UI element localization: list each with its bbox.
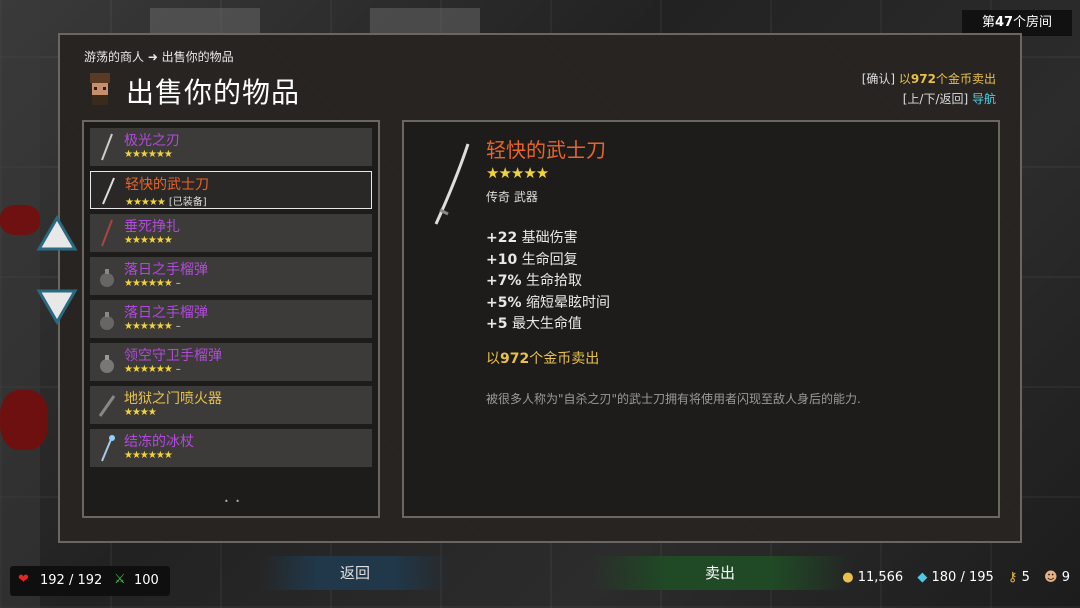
blood-splatter <box>0 205 40 235</box>
staff-icon <box>101 435 115 462</box>
stat-line: +10 生命回复 <box>486 251 578 268</box>
grenade-icon <box>100 355 114 373</box>
gem-icon: ◆ <box>917 570 928 585</box>
merchant-icon <box>90 73 110 105</box>
sword-icon <box>101 133 113 161</box>
stat-list: +22 基础伤害 +10 生命回复 +7% 生命拾取 +5% 缩短晕眩时间 +5… <box>486 228 610 336</box>
health-value: 192 / 192 <box>40 573 103 588</box>
stat-line: +5% 缩短晕眩时间 <box>486 294 610 311</box>
list-item[interactable]: 结冻的冰杖 ★★★★★★ <box>90 429 372 467</box>
page-indicator: • • <box>224 497 242 506</box>
pet-value: 9 <box>1061 570 1070 585</box>
grenade-icon <box>100 312 114 330</box>
coin-icon: ● <box>842 570 854 585</box>
scroll-up-arrow-icon[interactable] <box>36 215 78 255</box>
floor-tile <box>150 8 260 33</box>
katana-icon <box>434 143 470 225</box>
scroll-down-arrow-icon[interactable] <box>36 286 78 326</box>
item-list: 极光之刃 ★★★★★★ 轻快的武士刀 ★★★★★ [已装备] 垂死挣扎 ★★★★★… <box>82 120 380 518</box>
page-title: 出售你的物品 <box>126 76 301 109</box>
sword-icon <box>101 219 113 247</box>
stat-line: +5 最大生命值 <box>486 316 582 332</box>
list-item[interactable]: 地狱之门喷火器 ★★★★ <box>90 386 372 424</box>
list-item[interactable]: 极光之刃 ★★★★★★ <box>90 128 372 166</box>
breadcrumb: 游荡的商人 ➜ 出售你的物品 <box>84 50 234 64</box>
grenade-icon <box>100 269 114 287</box>
list-item-selected[interactable]: 轻快的武士刀 ★★★★★ [已装备] <box>90 171 372 209</box>
item-description: 被很多人称为"自杀之刃"的武士刀拥有将使用者闪现至敌人身后的能力. <box>486 392 861 406</box>
attack-icon: ⚔ <box>114 572 126 587</box>
list-item[interactable]: 领空守卫手榴弹 ★★★★★★ – <box>90 343 372 381</box>
key-value: 5 <box>1021 570 1030 585</box>
sell-price: 以972个金币卖出 <box>486 351 600 367</box>
detail-type: 传奇 武器 <box>486 190 538 204</box>
stat-line: +22 基础伤害 <box>486 230 578 246</box>
sell-button[interactable]: 卖出 <box>590 556 850 590</box>
gem-value: 180 / 195 <box>931 570 994 585</box>
heart-icon: ❤ <box>18 572 29 587</box>
shop-panel: 游荡的商人 ➜ 出售你的物品 出售你的物品 [确认] 以972个金币卖出 [上/… <box>58 33 1022 543</box>
resource-bar: ● 11,566 ◆ 180 / 195 ⚷ 5 ☻ 9 <box>832 570 1070 585</box>
floor-tile <box>370 8 480 33</box>
katana-icon <box>102 177 115 205</box>
list-item[interactable]: 落日之手榴弹 ★★★★★★ – <box>90 300 372 338</box>
back-button[interactable]: 返回 <box>260 556 450 590</box>
item-detail: 轻快的武士刀 ★★★★★ 传奇 武器 +22 基础伤害 +10 生命回复 +7%… <box>402 120 1000 518</box>
blood-splatter <box>0 390 48 450</box>
control-hints: [确认] 以972个金币卖出 [上/下/返回] 导航 <box>861 72 996 106</box>
wall-tile <box>0 0 40 608</box>
player-stats: ❤ 192 / 192 ⚔ 100 <box>10 566 170 596</box>
pet-icon: ☻ <box>1044 570 1058 585</box>
detail-name: 轻快的武士刀 <box>486 138 606 162</box>
attack-value: 100 <box>134 573 159 588</box>
flamethrower-icon <box>98 395 116 417</box>
key-icon: ⚷ <box>1007 570 1018 585</box>
stat-line: +7% 生命拾取 <box>486 273 582 289</box>
gold-value: 11,566 <box>857 570 904 585</box>
list-item[interactable]: 落日之手榴弹 ★★★★★★ – <box>90 257 372 295</box>
list-item[interactable]: 垂死挣扎 ★★★★★★ <box>90 214 372 252</box>
detail-stars: ★★★★★ <box>486 164 549 182</box>
